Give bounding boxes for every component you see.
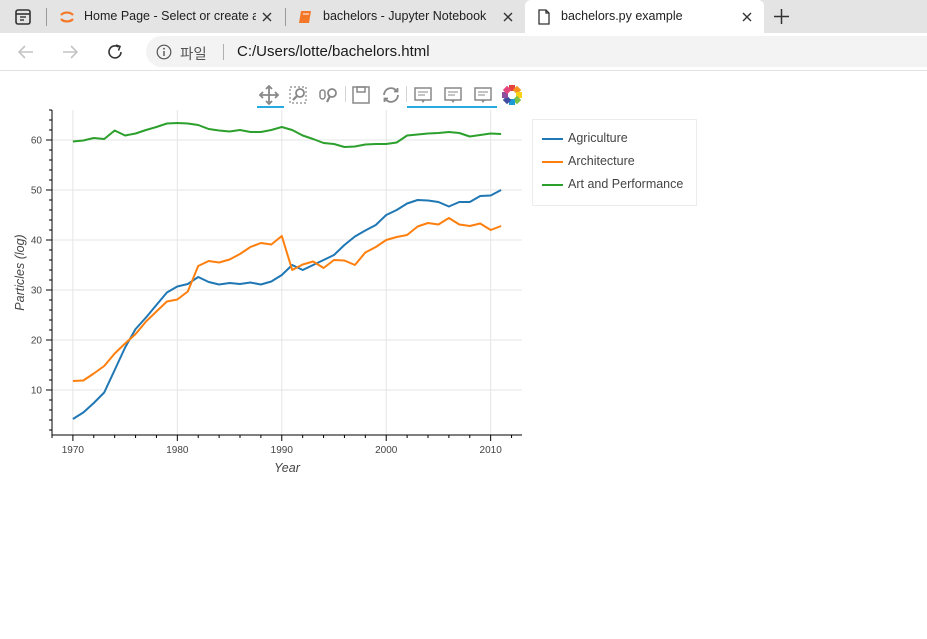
legend-item-architecture[interactable]: Architecture xyxy=(541,152,696,172)
x-axis-title: Year xyxy=(274,461,301,475)
legend-swatch xyxy=(542,184,563,186)
x-tick-label: 2010 xyxy=(480,445,503,456)
chart-axes: 1970 1980 1990 2000 2010102030405060 xyxy=(31,109,522,456)
chart-legend: Agriculture Architecture Art and Perform… xyxy=(532,119,697,206)
y-axis-title: Particles (log) xyxy=(13,234,27,310)
chart-grid xyxy=(52,110,522,435)
legend-swatch xyxy=(542,161,563,163)
legend-label: Architecture xyxy=(568,154,635,168)
y-tick-label: 30 xyxy=(31,286,43,297)
legend-label: Agriculture xyxy=(568,131,628,145)
y-tick-label: 60 xyxy=(31,136,43,147)
legend-item-agriculture[interactable]: Agriculture xyxy=(541,129,696,149)
series-line-architecture xyxy=(72,217,502,382)
legend-swatch xyxy=(542,138,563,140)
x-tick-label: 1970 xyxy=(62,445,85,456)
y-tick-label: 20 xyxy=(31,336,43,347)
y-tick-label: 10 xyxy=(31,386,43,397)
legend-item-art-and-performance[interactable]: Art and Performance xyxy=(541,175,696,195)
legend-label: Art and Performance xyxy=(568,177,684,191)
chart-series xyxy=(72,122,502,420)
y-tick-label: 50 xyxy=(31,186,43,197)
x-tick-label: 1980 xyxy=(166,445,189,456)
series-line-art-and-performance xyxy=(72,122,502,148)
line-chart[interactable]: 1970 1980 1990 2000 2010102030405060 Year Pa… xyxy=(0,0,927,639)
y-tick-label: 40 xyxy=(31,236,43,247)
x-tick-label: 1990 xyxy=(271,445,294,456)
x-tick-label: 2000 xyxy=(375,445,398,456)
